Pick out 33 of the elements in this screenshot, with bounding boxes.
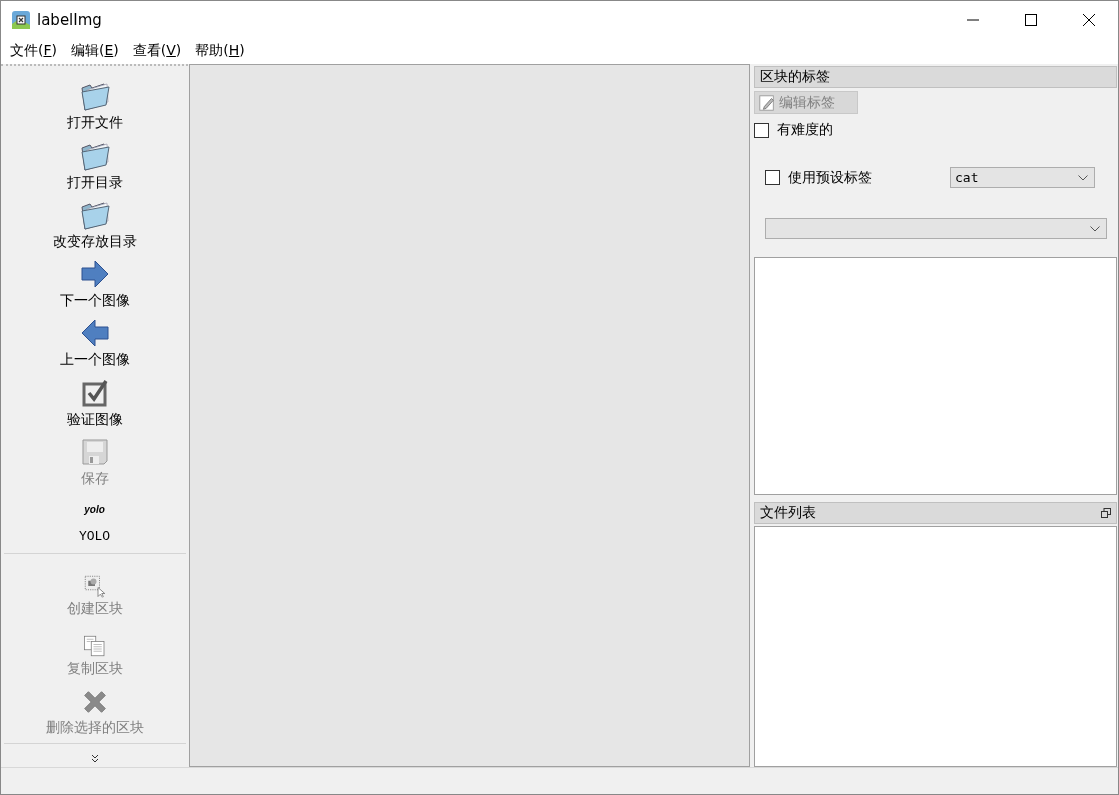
label-list[interactable] [754, 257, 1117, 495]
folder-icon [78, 80, 111, 113]
toolbar-button[interactable]: 打开目录 [62, 131, 127, 191]
image-canvas[interactable] [189, 64, 750, 767]
toolbar-button[interactable]: 下一个图像 [55, 249, 134, 310]
double-chevron-icon [90, 753, 99, 764]
default-label-checkbox[interactable]: 使用预设标签 [765, 168, 872, 187]
selection-box-icon [82, 574, 107, 599]
label-dropdown[interactable]: cat [950, 167, 1095, 188]
toolbar-button[interactable]: 改变存放目录 [48, 190, 141, 250]
chevron-down-icon [1078, 174, 1088, 181]
dock-title: 区块的标签 [754, 66, 1117, 88]
toolbar-button[interactable]: 验证图像 [62, 368, 127, 428]
edit-icon [758, 93, 776, 112]
close-icon [1083, 13, 1095, 26]
toolbar-button[interactable]: 打开文件 [62, 72, 127, 132]
toolbar-button[interactable]: 上一个图像 [55, 309, 134, 369]
dock-title: 文件列表 [760, 504, 816, 522]
menu-item[interactable]: 帮助(H) [188, 42, 252, 60]
difficult-checkbox[interactable]: 有难度的 [754, 121, 1117, 139]
file-list[interactable] [754, 526, 1117, 767]
yolo-icon: yolo [84, 503, 105, 518]
menu-item[interactable]: 查看(V) [125, 42, 189, 60]
float-icon[interactable] [1101, 508, 1111, 518]
app-icon [11, 9, 31, 30]
maximize-icon [1025, 13, 1037, 26]
window-title: labelImg [37, 10, 102, 29]
copy-icon [82, 633, 107, 658]
chevron-down-icon [1090, 225, 1100, 232]
menu-item[interactable]: 文件(F) [3, 42, 64, 60]
toolbar-button[interactable]: yolo YOLO [74, 486, 115, 547]
menu-item[interactable]: 编辑(E) [64, 42, 126, 60]
label-combo-box[interactable] [765, 218, 1107, 239]
